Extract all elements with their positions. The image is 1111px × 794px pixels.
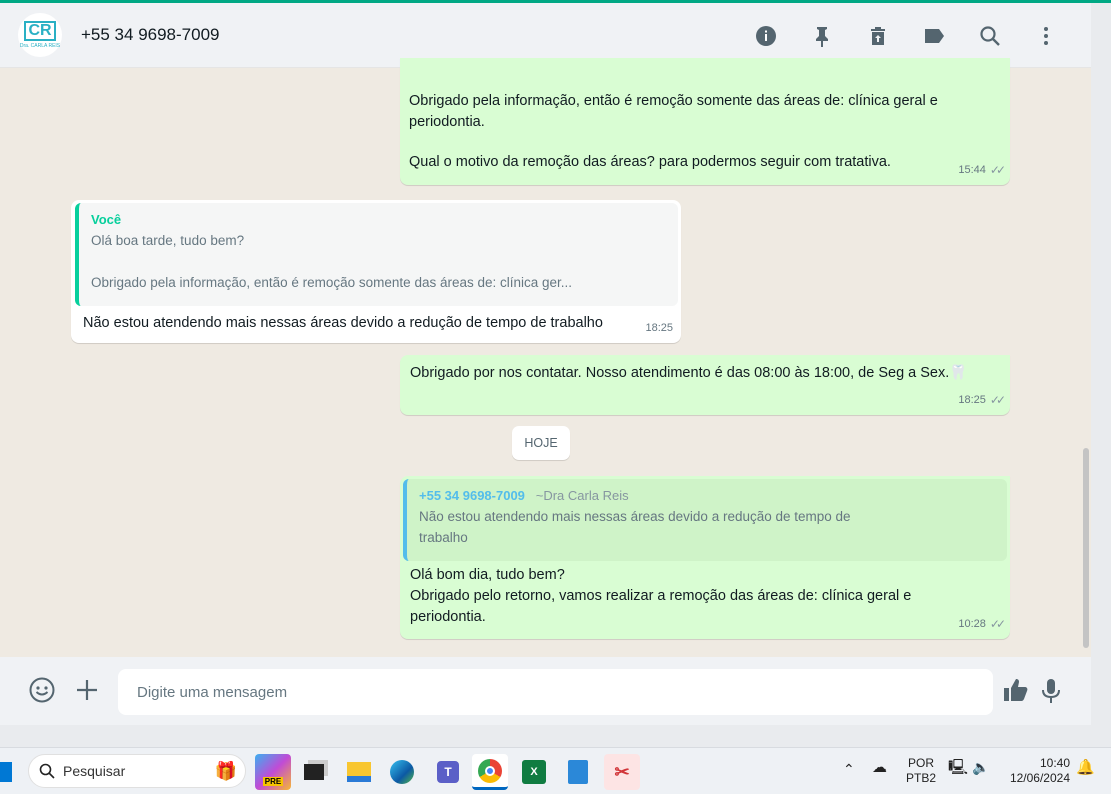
microphone-icon[interactable]	[1041, 677, 1061, 712]
quote-author: +55 34 9698-7009	[419, 488, 525, 503]
file-explorer-icon[interactable]	[341, 754, 377, 790]
message-text: Obrigado pela informação, então é remoçã…	[409, 93, 938, 109]
info-icon[interactable]	[749, 21, 783, 51]
message-text: Obrigado pelo retorno, vamos realizar a …	[410, 588, 912, 604]
snipping-tool-icon[interactable]: ✂	[604, 754, 640, 790]
message-list: Obrigado pela informação, então é remoçã…	[0, 58, 1091, 657]
search-label: Pesquisar	[63, 763, 126, 779]
windows-taskbar: Pesquisar 🎁 PRE T X ✂ ⌃ ☁ POR PTB2 🖳 🔈 10…	[0, 747, 1111, 794]
taskbar-search[interactable]: Pesquisar 🎁	[28, 754, 246, 788]
read-ticks-icon: ✓✓	[989, 393, 1006, 407]
quote-author: Você	[91, 212, 122, 227]
message-bubble: +55 34 9698-7009 ~Dra Carla Reis Não est…	[400, 476, 1010, 639]
message-text: Obrigado por nos contatar. Nosso atendim…	[410, 365, 950, 381]
message-time: 18:25	[645, 322, 673, 334]
quote-text: Olá boa tarde, tudo bem?	[91, 233, 245, 248]
scrollbar[interactable]	[1083, 448, 1089, 648]
message-text: periodontia.	[410, 609, 486, 625]
notepad-icon[interactable]	[560, 754, 596, 790]
thumbs-up-icon[interactable]	[1003, 677, 1029, 710]
edge-icon[interactable]	[384, 754, 420, 790]
gift-icon: 🎁	[214, 760, 237, 781]
message-text: periodontia.	[409, 114, 485, 130]
quoted-message[interactable]: Você Olá boa tarde, tudo bem? Obrigado p…	[75, 203, 678, 306]
delete-icon[interactable]	[861, 21, 895, 51]
contact-title[interactable]: +55 34 9698-7009	[81, 25, 220, 45]
quote-text: trabalho	[419, 530, 468, 545]
avatar[interactable]: CR Dra. CARLA REIS	[18, 13, 62, 57]
message-time: 15:44 ✓✓	[958, 160, 1006, 181]
whatsapp-window: CR Dra. CARLA REIS +55 34 9698-7009 Obri…	[0, 3, 1091, 725]
message-bubble: Você Olá boa tarde, tudo bem? Obrigado p…	[71, 200, 681, 343]
message-time: 10:28 ✓✓	[958, 614, 1006, 635]
clock[interactable]: 10:40 12/06/2024	[1006, 756, 1070, 786]
search-icon[interactable]	[973, 21, 1007, 51]
date-divider: HOJE	[512, 426, 570, 460]
attach-plus-icon[interactable]	[76, 677, 98, 710]
message-bubble: Obrigado pela informação, então é remoçã…	[400, 58, 1010, 185]
message-input[interactable]: Digite uma mensagem	[118, 669, 993, 715]
message-text: Olá bom dia, tudo bem?	[410, 567, 565, 583]
avatar-logo: CR	[24, 21, 56, 41]
copilot-icon[interactable]: PRE	[255, 754, 291, 790]
message-bubble: Obrigado por nos contatar. Nosso atendim…	[400, 355, 1010, 415]
windows-start-icon[interactable]	[0, 762, 12, 782]
pin-icon[interactable]	[805, 21, 839, 51]
volume-icon[interactable]: 🔈	[972, 760, 989, 775]
quote-pushname: ~Dra Carla Reis	[535, 488, 629, 503]
quoted-message[interactable]: +55 34 9698-7009 ~Dra Carla Reis Não est…	[403, 479, 1007, 561]
search-icon	[39, 763, 55, 779]
network-icon[interactable]: 🖳	[948, 760, 968, 775]
message-text: Qual o motivo da remoção das áreas? para…	[409, 154, 891, 170]
onedrive-offline-icon[interactable]: ☁	[872, 760, 887, 775]
avatar-logo-text: Dra. CARLA REIS	[19, 43, 61, 49]
message-time: 18:25 ✓✓	[958, 390, 1006, 411]
chrome-icon[interactable]	[472, 754, 508, 790]
quote-text: Obrigado pela informação, então é remoçã…	[91, 275, 573, 290]
message-text: Não estou atendendo mais nessas áreas de…	[83, 315, 603, 331]
read-ticks-icon: ✓✓	[989, 617, 1006, 631]
composer-bar: Digite uma mensagem	[0, 657, 1091, 725]
quote-text: Não estou atendendo mais nessas áreas de…	[419, 509, 851, 524]
label-icon[interactable]	[917, 21, 951, 51]
language-indicator[interactable]: POR PTB2	[906, 756, 936, 786]
more-icon[interactable]	[1029, 21, 1063, 51]
excel-icon[interactable]: X	[516, 754, 552, 790]
notification-bell-icon[interactable]: 🔔	[1076, 760, 1095, 775]
task-view-icon[interactable]	[296, 754, 332, 790]
read-ticks-icon: ✓✓	[989, 163, 1006, 177]
tooth-emoji: 🦷	[949, 365, 968, 381]
emoji-icon[interactable]	[29, 677, 55, 710]
show-hidden-icons[interactable]: ⌃	[843, 762, 855, 777]
teams-icon[interactable]: T	[430, 754, 466, 790]
